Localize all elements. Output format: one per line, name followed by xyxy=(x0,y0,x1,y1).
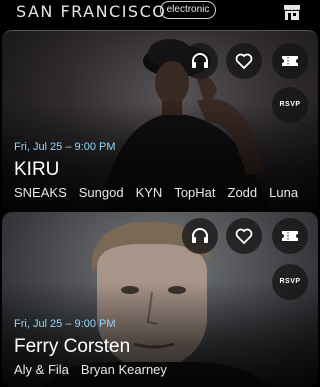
favorite-button[interactable] xyxy=(226,218,262,254)
lineup-artist[interactable]: Zodd xyxy=(228,185,258,200)
tickets-button[interactable] xyxy=(272,43,308,79)
lineup-artist[interactable]: KYN xyxy=(136,185,163,200)
top-bar: SAN FRANCISCO electronic xyxy=(0,0,320,30)
headphones-icon xyxy=(192,228,208,243)
listen-button[interactable] xyxy=(182,43,218,79)
headphones-icon xyxy=(192,53,208,68)
lineup-artist[interactable]: Aly & Fila xyxy=(14,362,69,377)
event-lineup: Aly & Fila Bryan Kearney xyxy=(14,362,167,377)
lineup-artist[interactable]: SNEAKS xyxy=(14,185,67,200)
listen-button[interactable] xyxy=(182,218,218,254)
storefront-icon[interactable] xyxy=(282,2,302,22)
ticket-icon xyxy=(282,56,298,66)
event-title[interactable]: Ferry Corsten xyxy=(14,336,130,358)
photo-overlay xyxy=(2,212,318,387)
ticket-icon xyxy=(282,231,298,241)
lineup-artist[interactable]: Sungod xyxy=(79,185,124,200)
heart-icon xyxy=(235,53,253,70)
event-date: Fri, Jul 25 – 9:00 PM xyxy=(14,318,116,330)
rsvp-button[interactable]: RSVP xyxy=(272,264,308,300)
event-card[interactable]: RSVP Fri, Jul 25 – 9:00 PM KIRU SNEAKS S… xyxy=(2,30,318,212)
event-card[interactable]: RSVP Fri, Jul 25 – 9:00 PM Ferry Corsten… xyxy=(2,212,318,387)
event-lineup: SNEAKS Sungod KYN TopHat Zodd Luna xyxy=(14,185,298,200)
heart-icon xyxy=(235,228,253,245)
favorite-button[interactable] xyxy=(226,43,262,79)
lineup-artist[interactable]: Bryan Kearney xyxy=(81,362,167,377)
event-title[interactable]: KIRU xyxy=(14,159,59,181)
event-date: Fri, Jul 25 – 9:00 PM xyxy=(14,141,116,153)
city-title[interactable]: SAN FRANCISCO xyxy=(16,2,166,21)
genre-filter-pill[interactable]: electronic xyxy=(160,1,216,19)
rsvp-button[interactable]: RSVP xyxy=(272,87,308,123)
tickets-button[interactable] xyxy=(272,218,308,254)
lineup-artist[interactable]: Luna xyxy=(269,185,298,200)
lineup-artist[interactable]: TopHat xyxy=(174,185,215,200)
